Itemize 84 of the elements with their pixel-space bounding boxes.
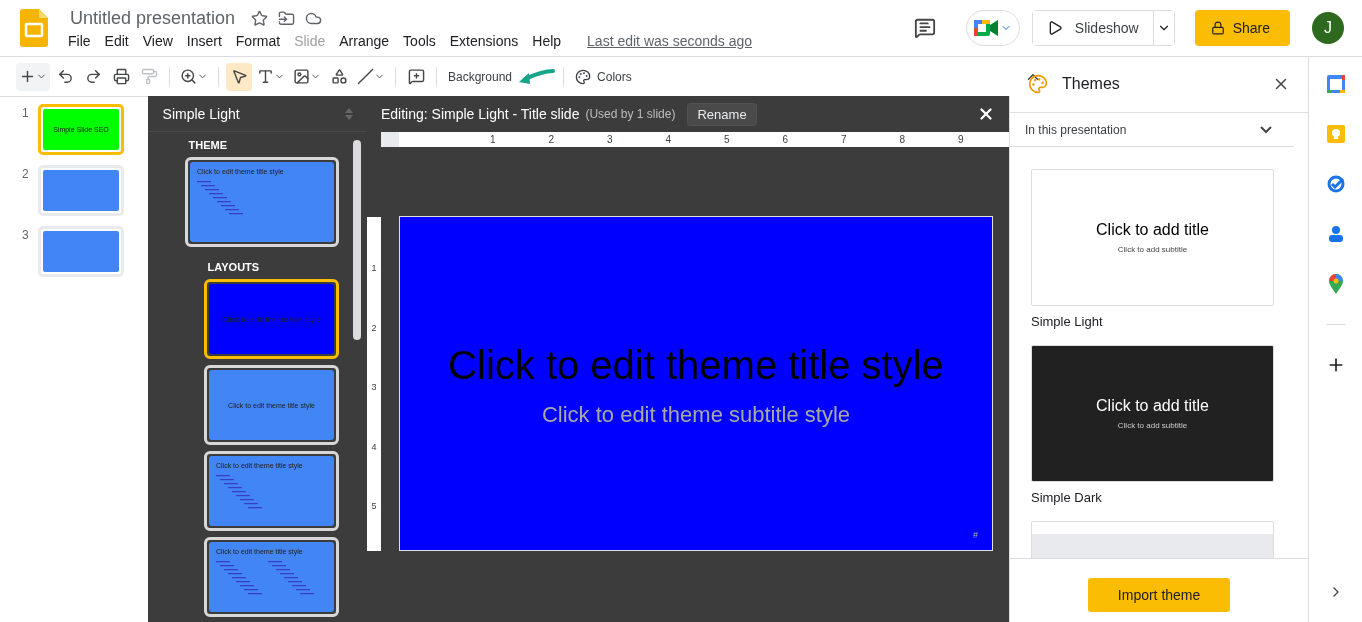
arrow-icon [518, 67, 557, 86]
import-theme-button[interactable]: Import theme [1087, 577, 1231, 612]
calendar-icon[interactable] [1325, 74, 1346, 94]
paint-roller-icon [140, 68, 158, 85]
ruler-number: 8 [898, 134, 906, 145]
redo-icon [84, 68, 102, 85]
menu-item[interactable]: Insert [186, 32, 230, 49]
preview-subtitle: Click to add subtitle [1117, 245, 1188, 254]
ruler-number: 6 [781, 134, 789, 145]
menu-item[interactable]: Edit [104, 32, 137, 49]
share-button[interactable]: Share [1194, 10, 1290, 46]
slide-thumbnail[interactable] [38, 226, 124, 277]
slide-subtitle[interactable]: Click to edit theme subtitle style [541, 402, 851, 428]
slide-number: 2 [21, 166, 30, 181]
comments-icon[interactable] [913, 17, 936, 39]
ruler-number: 5 [722, 134, 731, 145]
video-camera-icon [973, 19, 998, 37]
preview-title: Click to add title [1096, 397, 1209, 415]
slideshow-button[interactable]: Slideshow [1032, 11, 1154, 45]
slide-canvas[interactable]: Click to edit theme title style Click to edit theme subtitle style # [399, 216, 993, 551]
ruler-number: 2 [547, 134, 555, 145]
menu-item[interactable]: Extensions [449, 32, 527, 49]
add-tool-button[interactable] [16, 62, 50, 91]
theme-name: Simple Dark [1031, 490, 1103, 505]
menu-item[interactable]: Arrange [339, 32, 398, 49]
line-icon [357, 68, 374, 85]
ruler-number: 3 [371, 382, 377, 395]
preview-subtitle: Click to add subtitle [1117, 421, 1188, 430]
ruler-number: 5 [371, 501, 377, 514]
menu-item[interactable]: File [68, 32, 99, 49]
undo-icon [56, 68, 74, 85]
panel-title: Themes [1062, 75, 1121, 93]
slide-number: 3 [21, 227, 30, 242]
add-comment-icon [407, 68, 425, 85]
ruler-number: 4 [371, 441, 377, 454]
ruler-number: 7 [839, 134, 848, 145]
theme-name: Simple Light [1031, 314, 1104, 329]
ruler-number: 9 [956, 134, 965, 145]
star-icon[interactable] [251, 9, 269, 27]
ruler-number: 2 [371, 322, 377, 335]
shapes-icon [330, 68, 348, 85]
move-folder-icon[interactable] [278, 9, 296, 27]
slide-number-placeholder: # [972, 530, 978, 540]
theme-preview[interactable]: Click to add title Click to add subtitle [1031, 345, 1274, 482]
palette-icon [575, 68, 592, 85]
ruler-number: 1 [371, 263, 377, 275]
filter-label: In this presentation [1025, 122, 1127, 137]
document-title[interactable]: Untitled presentation [70, 7, 236, 29]
section-label: THEME [188, 139, 228, 151]
ruler-number: 3 [605, 134, 614, 145]
ruler-number: 1 [488, 134, 497, 145]
map-pin-icon[interactable] [1327, 274, 1344, 294]
usage-note: (Used by 1 slide) [585, 107, 676, 121]
text-box-icon [257, 68, 274, 85]
select-tool-button[interactable] [226, 62, 252, 91]
tasks-icon[interactable] [1325, 174, 1346, 194]
thumbnail-title: Click to edit theme title style [221, 314, 322, 324]
menu-item[interactable]: Help [532, 32, 570, 49]
chevron-down-icon [1260, 125, 1273, 134]
theme-name: Simple Light [162, 105, 240, 122]
plus-icon [19, 68, 36, 85]
menu-item[interactable]: Tools [403, 32, 444, 49]
palette-icon [1028, 74, 1048, 94]
slide-thumbnail[interactable] [38, 165, 124, 216]
menu-item[interactable]: Format [235, 32, 289, 49]
theme-filter-dropdown[interactable]: In this presentation [1010, 113, 1295, 147]
account-avatar[interactable]: J [1312, 12, 1344, 44]
image-icon [293, 68, 310, 85]
zoom-icon [180, 68, 197, 85]
rename-button[interactable]: Rename [687, 102, 757, 126]
ruler-number: 4 [664, 134, 672, 145]
lock-icon [1210, 21, 1225, 35]
background-button[interactable]: Background [444, 62, 517, 91]
section-label: LAYOUTS [207, 261, 260, 273]
pointer-icon [230, 68, 248, 85]
print-icon [112, 68, 130, 85]
editing-title: Editing: Simple Light - Title slide [381, 106, 580, 122]
colors-button[interactable]: Colors [571, 62, 636, 91]
menu-item[interactable]: View [142, 32, 181, 49]
last-edit-link[interactable]: Last edit was seconds ago [587, 32, 753, 49]
slide-number: 1 [21, 105, 30, 120]
close-icon[interactable] [977, 105, 995, 123]
theme-preview[interactable]: Click to add title Click to add subtitle [1031, 169, 1274, 306]
preview-title: Click to add title [1096, 221, 1209, 239]
